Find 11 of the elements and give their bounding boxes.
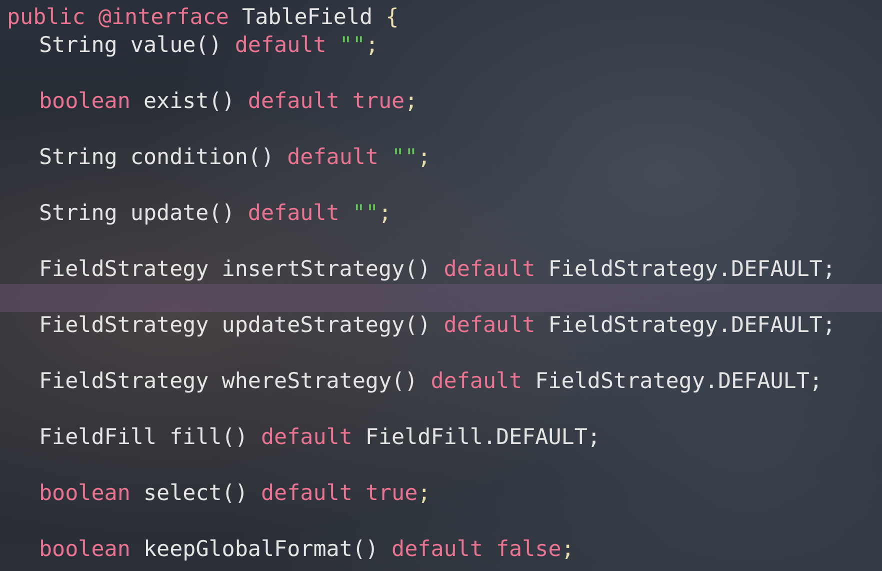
code-line: boolean keepGlobalFormat() default false;	[39, 536, 574, 564]
code-line: boolean exist() default true;	[39, 88, 418, 116]
code-line: String update() default "";	[39, 200, 392, 228]
code-line: String condition() default "";	[39, 144, 431, 172]
code-line: boolean select() default true;	[39, 480, 431, 508]
code-line: public @interface TableField {	[7, 4, 399, 32]
code-line: FieldFill fill() default FieldFill.DEFAULT;	[39, 424, 600, 452]
code-line: FieldStrategy insertStrategy() default FieldStrategy.DEFAULT;	[39, 256, 836, 284]
code-line: FieldStrategy whereStrategy() default FieldStrategy.DEFAULT;	[39, 368, 822, 396]
code-line: String value() default "";	[39, 32, 378, 60]
code-line: FieldStrategy updateStrategy() default FieldStrategy.DEFAULT;	[39, 312, 836, 340]
